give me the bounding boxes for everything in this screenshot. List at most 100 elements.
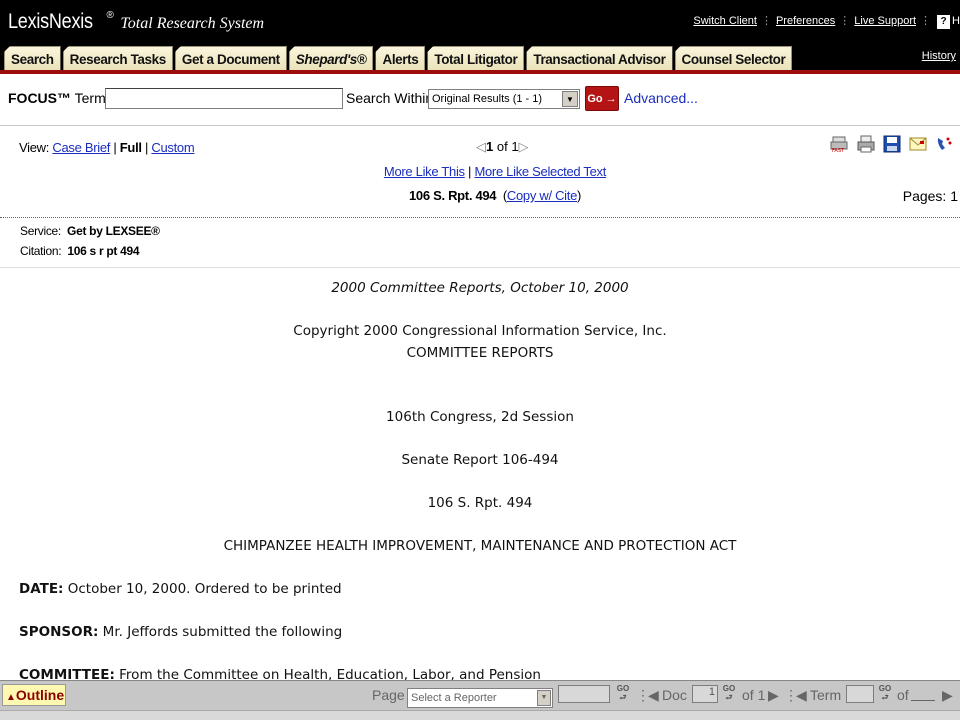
tab-total-litigator[interactable]: Total Litigator	[427, 46, 525, 72]
next-term-arrow-icon[interactable]: ▶	[942, 687, 953, 704]
live-support-link[interactable]: Live Support	[854, 15, 916, 27]
term-of-label: of	[897, 687, 909, 703]
tab-shepards[interactable]: Shepard's®	[288, 46, 374, 72]
sponsor-field: SPONSOR: Mr. Jeffords submitted the foll…	[19, 624, 342, 640]
tab-label: Research Tasks	[69, 52, 167, 67]
help-icon[interactable]: ?	[937, 15, 951, 29]
tab-label: Counsel Selector	[681, 52, 786, 67]
top-links: Switch Client ⋮ Preferences ⋮ Live Support ⋮?…	[693, 14, 960, 29]
committee-label: COMMITTEE:	[19, 667, 115, 680]
main-tabs: Search Research Tasks Get a Document She…	[4, 44, 794, 72]
caret-up-icon: ▲	[6, 692, 16, 703]
previous-doc-arrow-icon[interactable]: ◀	[648, 687, 659, 704]
history-link[interactable]: History	[922, 50, 956, 62]
search-within-label: Search Within	[346, 90, 434, 106]
senate-report-number: Senate Report 106-494	[401, 452, 559, 468]
document-toolbar: FAST |	[830, 134, 960, 154]
switch-client-link[interactable]: Switch Client	[693, 15, 757, 27]
more-like-selected-link[interactable]: More Like Selected Text	[474, 164, 606, 179]
doc-go-icon[interactable]: GO ⮐	[721, 684, 737, 702]
custom-link[interactable]: Custom	[151, 140, 194, 155]
more-like-this-link[interactable]: More Like This	[384, 164, 465, 179]
svg-text:FAST: FAST	[832, 148, 845, 153]
fax-icon[interactable]	[934, 134, 954, 154]
previous-term-arrow-icon[interactable]: ◀	[796, 687, 807, 704]
tab-label: Transactional Advisor	[533, 52, 666, 67]
email-icon[interactable]	[908, 134, 928, 154]
cite-line: 106 S. Rpt. 494 (Copy w/ Cite)	[408, 188, 582, 203]
next-doc-icon[interactable]: ▷	[519, 139, 529, 154]
chevron-down-icon[interactable]: ▼	[562, 91, 578, 107]
tab-get-a-document[interactable]: Get a Document	[174, 46, 287, 72]
committee-reports-heading: COMMITTEE REPORTS	[406, 345, 554, 361]
term-go-label: GO	[878, 684, 892, 693]
tab-label: Get a Document	[181, 52, 280, 67]
date-field: DATE: October 10, 2000. Ordered to be pr…	[19, 581, 342, 597]
pager-current: 1	[486, 139, 494, 154]
previous-doc-icon[interactable]: ◁	[476, 139, 486, 154]
date-value: October 10, 2000. Ordered to be printed	[63, 581, 342, 597]
service-label: Service:	[20, 224, 61, 238]
report-cite: 106 S. Rpt. 494	[427, 495, 533, 511]
separator: ⋮	[839, 15, 851, 27]
logo-reg-mark: ®	[106, 10, 114, 21]
service-value: Get by LEXSEE®	[67, 224, 160, 238]
next-doc-arrow-icon[interactable]: ▶	[768, 687, 779, 704]
outline-label: Outline	[15, 687, 65, 703]
tab-label: Search	[11, 52, 54, 67]
print-icon[interactable]	[856, 134, 876, 154]
separator: ⋮	[760, 15, 772, 27]
copyright-line: Copyright 2000 Congressional Information…	[293, 323, 667, 339]
term-go-icon[interactable]: GO ⮐	[877, 684, 893, 702]
sponsor-value: Mr. Jeffords submitted the following	[98, 624, 343, 640]
logo-brand: LexisNexis	[8, 10, 93, 33]
pager-of: of 1	[496, 139, 519, 154]
copy-with-cite-link[interactable]: Copy w/ Cite	[507, 188, 577, 203]
service-row: Service: Get by LEXSEE®	[20, 224, 160, 238]
bottom-navigation: ▲Outline Page Select a Reporter ▼ GO ⮐ ⋮ …	[0, 680, 960, 710]
tab-alerts[interactable]: Alerts	[375, 46, 426, 72]
doc-of-count: of 1	[742, 687, 766, 703]
term-total-blank	[911, 687, 935, 701]
advanced-link[interactable]: Advanced...	[624, 90, 698, 106]
tab-label: Total Litigator	[434, 52, 518, 67]
tab-research-tasks[interactable]: Research Tasks	[62, 46, 173, 72]
report-date-line: 2000 Committee Reports, October 10, 2000	[331, 280, 629, 296]
reporter-select[interactable]: Select a Reporter ▼	[407, 688, 553, 708]
outline-button[interactable]: ▲Outline	[2, 684, 66, 706]
lexisnexis-logo: LexisNexis ® Total Research System	[8, 10, 264, 34]
logo-tagline: Total Research System	[120, 15, 265, 32]
focus-terms-label: FOCUS™ Terms	[8, 90, 113, 106]
help-link-cut[interactable]: H	[952, 15, 960, 27]
term-number-input[interactable]	[846, 685, 874, 703]
tab-search[interactable]: Search	[4, 46, 61, 72]
doc-label: Doc	[662, 687, 687, 703]
search-within-select[interactable]: Original Results (1 - 1) ▼	[428, 89, 580, 109]
committee-value: From the Committee on Health, Education,…	[114, 667, 541, 680]
document-pager: ◁1 of 1▷	[476, 139, 529, 155]
more-like-links: More Like This | More Like Selected Text	[383, 164, 607, 179]
date-label: DATE:	[19, 581, 64, 597]
save-icon[interactable]	[882, 134, 902, 154]
page-go-icon[interactable]: GO ⮐	[615, 684, 631, 702]
committee-field: COMMITTEE: From the Committee on Health,…	[19, 667, 541, 680]
preferences-link[interactable]: Preferences	[776, 15, 835, 27]
doc-number-input[interactable]: 1	[692, 685, 718, 703]
service-info: Service: Get by LEXSEE® Citation: 106 s …	[0, 220, 960, 268]
chevron-down-icon[interactable]: ▼	[537, 690, 551, 706]
focus-terms-input[interactable]	[105, 88, 343, 109]
page-go-label: GO	[616, 684, 630, 693]
case-brief-link[interactable]: Case Brief	[52, 140, 110, 155]
congress-session: 106th Congress, 2d Session	[386, 409, 574, 425]
page-number-input[interactable]	[558, 685, 610, 703]
go-button[interactable]: Go →	[585, 86, 619, 111]
tab-counsel-selector[interactable]: Counsel Selector	[674, 46, 793, 72]
search-within-value: Original Results (1 - 1)	[432, 93, 543, 105]
separator: ⋮	[920, 15, 932, 27]
fast-print-icon[interactable]: FAST	[830, 134, 850, 154]
reporter-select-value: Select a Reporter	[411, 692, 497, 704]
doc-go-label: GO	[722, 684, 736, 693]
page-label: Page	[372, 687, 405, 703]
tab-transactional-advisor[interactable]: Transactional Advisor	[526, 46, 673, 72]
view-label: View:	[19, 140, 50, 155]
